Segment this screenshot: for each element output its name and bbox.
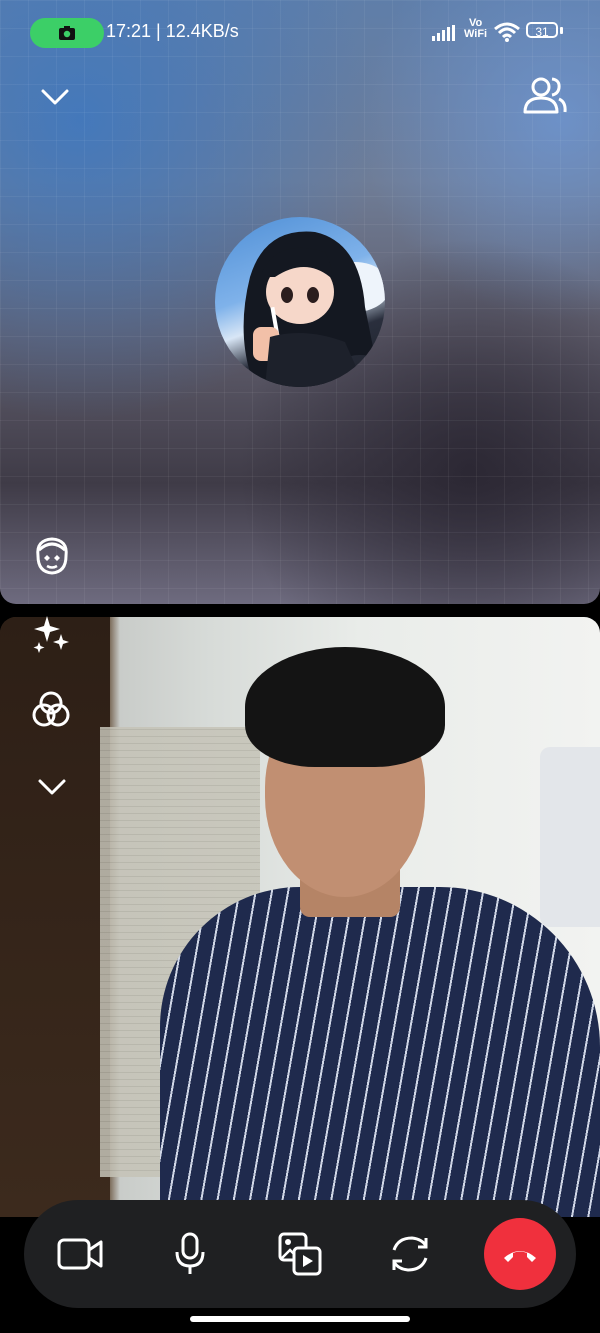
person-hair (245, 647, 445, 767)
face-hearts-icon[interactable] (30, 534, 74, 578)
signal-icon (432, 25, 460, 41)
switch-camera-icon[interactable] (380, 1224, 440, 1284)
recording-indicator (30, 18, 104, 48)
time-network-speed: 17:21 | 12.4KB/s (106, 21, 239, 41)
microphone-icon[interactable] (160, 1224, 220, 1284)
anime-girl-avatar (243, 231, 385, 387)
end-call-button[interactable] (484, 1218, 556, 1290)
video-camera-icon[interactable] (50, 1224, 110, 1284)
vowifi-indicator: Vo WiFi (464, 18, 487, 40)
person-shirt (160, 887, 600, 1217)
vowifi-bottom: WiFi (464, 28, 488, 40)
home-indicator[interactable] (190, 1316, 410, 1322)
chevron-down-icon[interactable] (38, 80, 72, 114)
share-media-icon[interactable] (270, 1224, 330, 1284)
battery-indicator: 31 (526, 22, 558, 39)
battery-tip (560, 27, 563, 34)
call-controls-bar (24, 1200, 576, 1308)
filters-icon[interactable] (31, 690, 71, 730)
battery-level: 31 (535, 25, 549, 39)
remote-video-pane[interactable]: 17:21 | 12.4KB/s Vo WiFi 31 (0, 0, 600, 604)
camera-icon (58, 25, 76, 41)
sparkles-icon[interactable] (31, 614, 71, 654)
local-video-pane (0, 617, 600, 1217)
chevron-down-icon[interactable] (36, 772, 68, 802)
people-icon[interactable] (522, 74, 568, 116)
caller-avatar (215, 217, 385, 387)
end-call-icon (501, 1244, 539, 1264)
wifi-icon (494, 22, 520, 42)
water-purifier (540, 747, 600, 927)
